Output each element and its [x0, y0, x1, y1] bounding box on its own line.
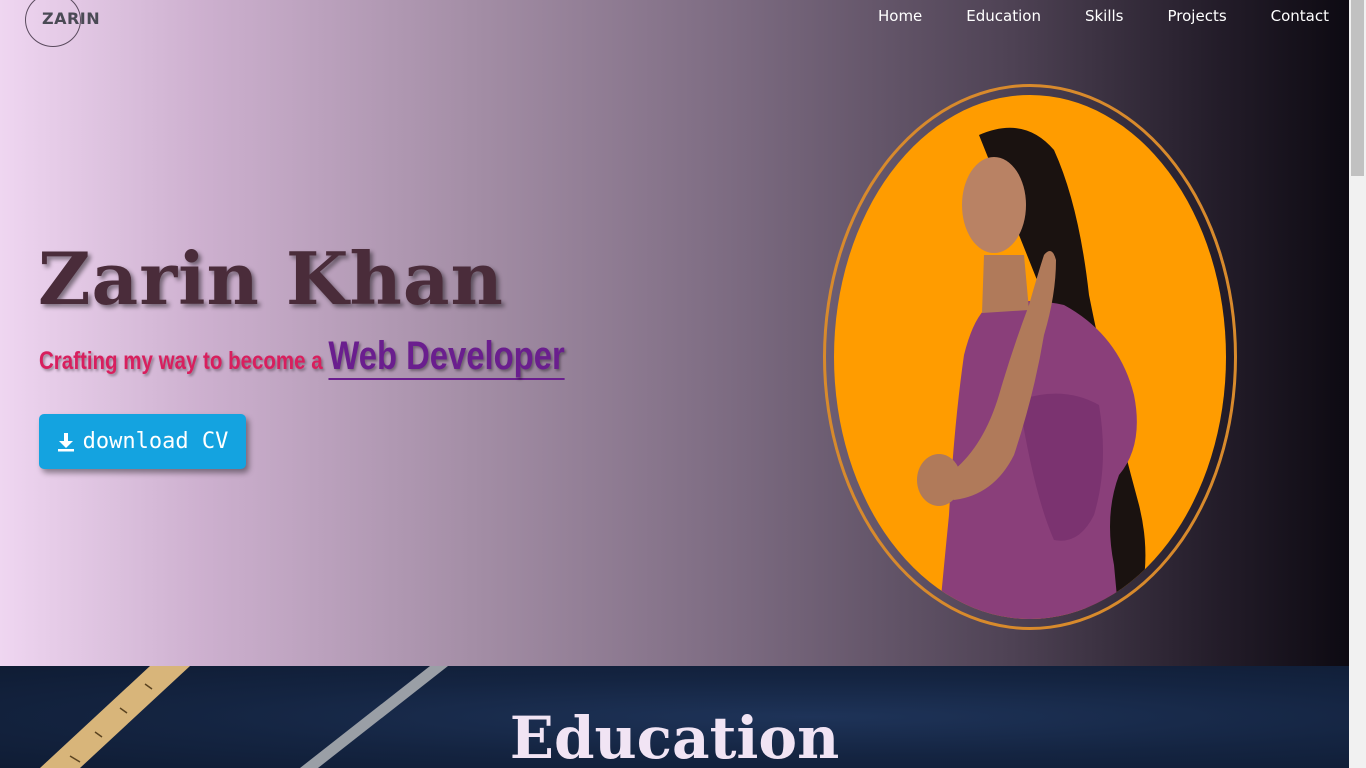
tagline-prefix: Crafting my way to become a — [39, 347, 329, 375]
main-nav: Home Education Skills Projects Contact — [834, 7, 1329, 25]
education-section: Education — [0, 666, 1349, 768]
hero-section: ZARIN Home Education Skills Projects Con… — [0, 0, 1349, 666]
nav-projects[interactable]: Projects — [1168, 7, 1227, 25]
page-scrollbar[interactable] — [1349, 0, 1366, 768]
person-illustration — [917, 127, 1146, 619]
profile-photo — [834, 95, 1226, 619]
download-icon — [57, 432, 74, 451]
nav-home[interactable]: Home — [878, 7, 922, 25]
tagline-role: Web Developer — [328, 334, 565, 380]
download-cv-button[interactable]: download CV — [39, 414, 246, 469]
scrollbar-thumb[interactable] — [1351, 0, 1364, 176]
nav-contact[interactable]: Contact — [1271, 7, 1329, 25]
nav-education[interactable]: Education — [966, 7, 1041, 25]
hero-name: Zarin Khan — [38, 236, 504, 321]
education-title: Education — [509, 704, 840, 768]
download-cv-label: download CV — [82, 429, 229, 454]
logo-text[interactable]: ZARIN — [42, 9, 100, 28]
hero-tagline: Crafting my way to become a Web Develope… — [39, 334, 565, 380]
nav-skills[interactable]: Skills — [1085, 7, 1124, 25]
